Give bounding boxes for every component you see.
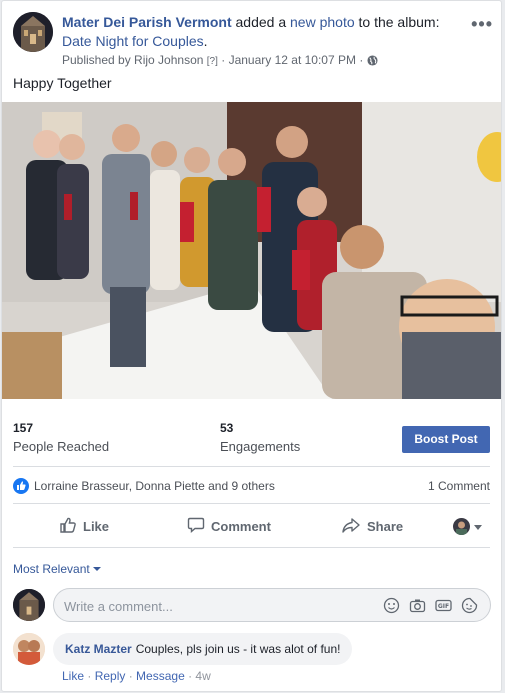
comment-age[interactable]: 4w (195, 669, 210, 683)
sticker-icon[interactable] (461, 597, 478, 614)
share-label: Share (367, 518, 404, 534)
divider (13, 466, 490, 467)
new-photo-link[interactable]: new photo (290, 14, 355, 30)
comment-sort-label: Most Relevant (13, 562, 90, 576)
post-headline: Mater Dei Parish Vermont added a new pho… (62, 13, 462, 51)
comment-label: Comment (211, 518, 271, 534)
album-connector: to the album: (354, 14, 440, 30)
people-reached-label: People Reached (13, 439, 110, 454)
post-card: Mater Dei Parish Vermont added a new pho… (1, 0, 502, 692)
published-by-prefix: Published by (62, 53, 135, 67)
write-comment-row: Write a comment... GIF (13, 588, 491, 622)
people-reached-value: 157 (13, 421, 34, 435)
comment-bubble: Katz Mazter Couples, pls join us - it wa… (53, 633, 353, 665)
page-name-link[interactable]: Mater Dei Parish Vermont (62, 14, 232, 30)
page-avatar[interactable] (13, 12, 53, 52)
comment-item: Katz Mazter Couples, pls join us - it wa… (13, 633, 491, 693)
album-period: . (203, 33, 208, 49)
post-timestamp[interactable]: January 12 at 10:07 PM (229, 53, 356, 67)
comment-input[interactable]: Write a comment... GIF (53, 588, 491, 622)
comment-input-placeholder: Write a comment... (64, 599, 173, 614)
post-as-selector[interactable] (453, 509, 489, 543)
share-button[interactable]: Share (341, 509, 403, 543)
meta-separator: · (217, 53, 229, 67)
publisher-name[interactable]: Rijo Johnson (134, 53, 203, 67)
svg-text:GIF: GIF (438, 603, 449, 610)
comment-like-link[interactable]: Like (62, 669, 84, 683)
reaction-names[interactable]: Lorraine Brasseur, Donna Piette and 9 ot… (34, 479, 275, 493)
caret-down-icon (93, 561, 102, 575)
caret-down-icon (473, 519, 489, 534)
people-reached-stat: 157 People Reached (13, 421, 109, 454)
like-button[interactable]: Like (59, 509, 109, 543)
comment-actions: Like · Reply · Message · 4w (62, 669, 211, 683)
comment-tools: GIF (383, 597, 478, 614)
meta-separator: · (355, 53, 367, 67)
thumbs-up-icon (59, 516, 83, 537)
like-label: Like (83, 518, 110, 534)
post-insights: 157 People Reached 53 Engagements Boost … (2, 409, 501, 461)
post-meta: Published by Rijo Johnson [?] · January … (62, 53, 378, 69)
gif-icon[interactable]: GIF (435, 597, 452, 614)
album-link[interactable]: Date Night for Couples (62, 33, 204, 49)
camera-icon[interactable] (409, 597, 426, 614)
commenter-avatar[interactable] (13, 633, 45, 665)
comment-dot: · (84, 669, 95, 683)
post-photo[interactable] (2, 102, 501, 399)
engagements-stat: 53 Engagements (220, 421, 300, 454)
page-avatar (13, 589, 45, 621)
post-actions: Like Comment Share (13, 509, 490, 545)
globe-icon (367, 55, 378, 69)
post-header: Mater Dei Parish Vermont added a new pho… (13, 12, 493, 68)
like-reaction-icon (13, 478, 29, 494)
engagements-value: 53 (220, 421, 234, 435)
reactions-bar: Lorraine Brasseur, Donna Piette and 9 ot… (13, 477, 490, 495)
engagements-label: Engagements (220, 439, 301, 454)
help-marker[interactable]: [?] (207, 56, 218, 67)
avatar (453, 517, 470, 535)
comment-text: Couples, pls join us - it was alot of fu… (135, 642, 341, 656)
post-options-button[interactable]: ••• (471, 14, 493, 35)
comment-message-link[interactable]: Message (136, 669, 185, 683)
action-text: added a (231, 14, 291, 30)
divider (13, 503, 490, 504)
comment-bubble-icon (187, 516, 211, 537)
comment-button[interactable]: Comment (187, 509, 271, 543)
comment-dot: · (184, 669, 196, 683)
divider (13, 547, 490, 548)
emoji-icon[interactable] (383, 597, 400, 614)
comment-reply-link[interactable]: Reply (95, 669, 126, 683)
comment-sort-dropdown[interactable]: Most Relevant (13, 561, 102, 576)
comment-count-link[interactable]: 1 Comment (428, 479, 490, 493)
share-arrow-icon (341, 516, 367, 537)
comment-dot: · (125, 669, 137, 683)
post-caption: Happy Together (13, 75, 112, 91)
comment-author-link[interactable]: Katz Mazter (65, 642, 132, 656)
boost-post-button[interactable]: Boost Post (402, 426, 490, 453)
